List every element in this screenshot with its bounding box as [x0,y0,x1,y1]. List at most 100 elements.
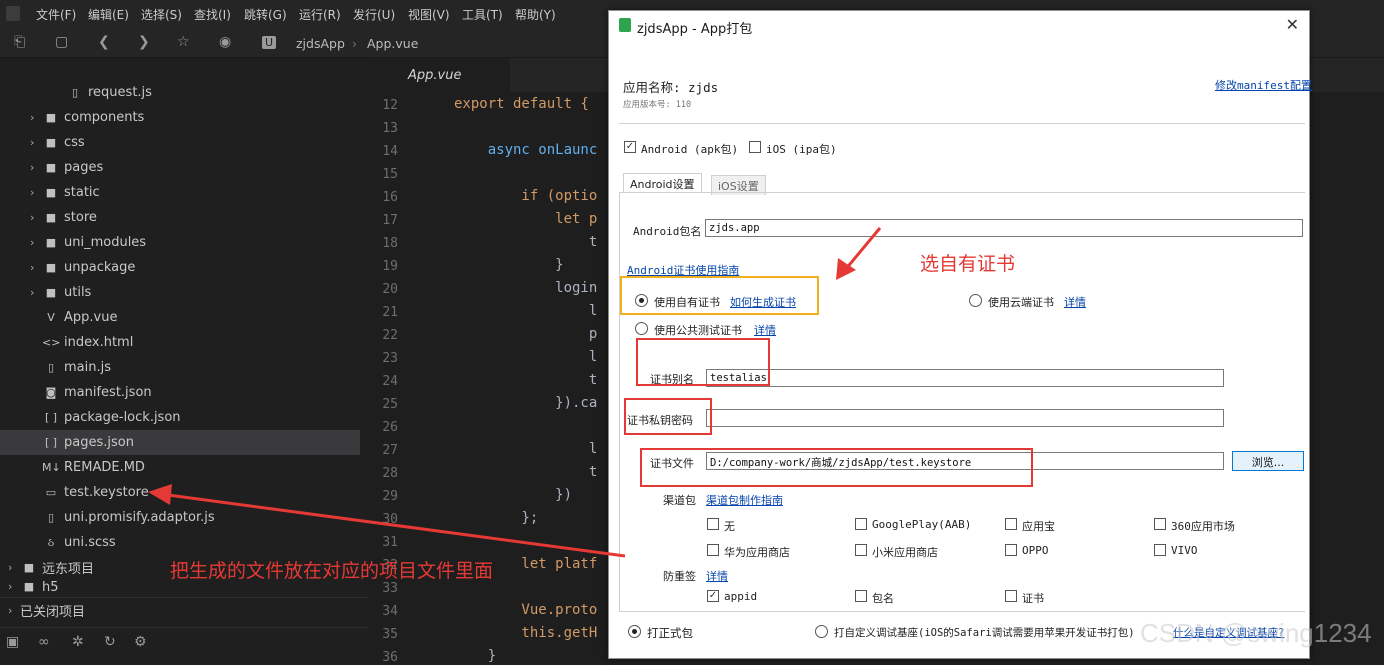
tree-item-pages[interactable]: › ■ pages [0,155,360,180]
tree-item-unpackage[interactable]: › ■ unpackage [0,255,360,280]
line-number: 15 [382,167,398,182]
cert-password-input[interactable] [706,409,1224,427]
tree-item-manifest-json[interactable]: ◙ manifest.json [0,380,360,405]
menu-view[interactable]: 视图(V) [408,6,450,23]
line-number: 34 [382,604,398,619]
code-line: }).ca [454,395,598,411]
browse-button[interactable]: 浏览... [1232,451,1304,471]
menu-select[interactable]: 选择(S) [141,6,182,23]
anti-appid-checkbox[interactable]: ✓ [707,590,719,602]
package-name-input[interactable]: zjds.app [705,219,1303,237]
run-icon[interactable]: ◉ [219,34,231,50]
code-line: this.getH [454,625,598,641]
channel-label-googleplay: GooglePlay(AAB) [872,518,972,531]
uni-icon: U [262,36,277,49]
code-line: l [454,303,598,319]
menu-help[interactable]: 帮助(Y) [515,6,556,23]
menu-publish[interactable]: 发行(U) [353,6,395,23]
public-cert-radio[interactable] [635,322,648,335]
back-icon[interactable]: ❮ [98,34,110,50]
code-line: let p [454,211,598,227]
package-name-label: Android包名 [633,225,702,238]
tree-item-app-vue[interactable]: V App.vue [0,305,360,330]
channel-none-checkbox[interactable] [707,518,719,530]
channel-yingyongbao-checkbox[interactable] [1005,518,1017,530]
android-checkbox[interactable]: ✓ [624,141,636,153]
tree-item-label: App.vue [64,310,118,325]
new-file-icon[interactable]: ⎗ [14,34,25,50]
modify-manifest-link[interactable]: 修改manifest配置 [1215,77,1312,93]
menu-edit[interactable]: 编辑(E) [88,6,129,23]
tree-item-label: index.html [64,335,134,350]
formal-pkg-radio[interactable] [628,625,641,638]
tab-android-settings[interactable]: Android设置 [623,173,702,193]
menu-tools[interactable]: 工具(T) [462,6,503,23]
line-number: 13 [382,121,398,136]
tree-item-package-lock-json[interactable]: [ ] package-lock.json [0,405,360,430]
channel-oppo-checkbox[interactable] [1005,544,1017,556]
custom-base-radio[interactable] [815,625,828,638]
cert-alias-input[interactable]: testalias [706,369,1224,387]
tree-item-remade-md[interactable]: M↓ REMADE.MD [0,455,360,480]
tree-item-closed-projects[interactable]: › 已关闭项目 [0,597,368,622]
forward-icon[interactable]: ❯ [138,34,150,50]
public-cert-detail-link[interactable]: 详情 [754,322,776,338]
cloud-cert-radio[interactable] [969,294,982,307]
channel-huawei-checkbox[interactable] [707,544,719,556]
anti-package-checkbox[interactable] [855,590,867,602]
channel-label: 渠道包 [663,494,696,507]
tree-item-test-keystore[interactable]: ▭ test.keystore [0,480,360,505]
code-line: l [454,441,598,457]
plugin-icon[interactable]: ⚙ [134,634,147,650]
tree-item-index-html[interactable]: <> index.html [0,330,360,355]
ios-label: iOS (ipa包) [766,143,837,156]
star-icon[interactable]: ☆ [177,34,190,50]
save-icon[interactable]: ▢ [55,34,68,50]
tree-item-label: uni.scss [64,535,116,550]
channel-googleplay-checkbox[interactable] [855,518,867,530]
line-number: 26 [382,420,398,435]
file-icon: ▯ [47,511,55,524]
anti-resign-detail-link[interactable]: 详情 [706,568,728,584]
tree-item-utils[interactable]: › ■ utils [0,280,360,305]
cloud-cert-detail-link[interactable]: 详情 [1064,294,1086,310]
tree-item-uni-scss[interactable]: ઠ uni.scss [0,530,360,555]
file-icon: ▭ [45,486,57,499]
tree-item-request-js[interactable]: ▯ request.js [0,80,360,105]
breadcrumb-project[interactable]: zjdsApp [296,36,345,51]
channel-label-xiaomi: 小米应用商店 [872,546,938,559]
anti-cert-checkbox[interactable] [1005,590,1017,602]
menu-goto[interactable]: 跳转(G) [244,6,287,23]
debug-icon[interactable]: ✲ [72,634,84,650]
folder-icon: ■ [45,111,57,124]
chevron-right-icon: › [8,580,13,592]
file-icon: ▯ [47,361,55,374]
tree-item-css[interactable]: › ■ css [0,130,360,155]
menu-find[interactable]: 查找(I) [194,6,231,23]
close-icon[interactable]: ✕ [1286,15,1299,34]
tree-item-store[interactable]: › ■ store [0,205,360,230]
panel-icon[interactable]: ▣ [6,634,19,650]
breadcrumb-file[interactable]: App.vue [367,36,418,51]
refresh-icon[interactable]: ↻ [104,634,116,650]
tree-item-pages-json[interactable]: [ ] pages.json [0,430,360,455]
folder-icon: ■ [45,261,57,274]
tab-app-vue[interactable]: App.vue [368,58,510,92]
menu-file[interactable]: 文件(F) [36,6,76,23]
tree-item-main-js[interactable]: ▯ main.js [0,355,360,380]
tree-item-components[interactable]: › ■ components [0,105,360,130]
channel-360-checkbox[interactable] [1154,518,1166,530]
tree-item-static[interactable]: › ■ static [0,180,360,205]
link-icon[interactable]: ∞ [38,634,50,650]
menu-run[interactable]: 运行(R) [299,6,341,23]
channel-guide-link[interactable]: 渠道包制作指南 [706,492,783,508]
tree-item-uni-modules[interactable]: › ■ uni_modules [0,230,360,255]
channel-vivo-checkbox[interactable] [1154,544,1166,556]
vue-file-icon: V [47,311,55,324]
ios-checkbox[interactable] [749,141,761,153]
line-number: 31 [382,535,398,550]
code-line: }; [454,510,539,526]
tree-item-uni-promisify[interactable]: ▯ uni.promisify.adaptor.js [0,505,360,530]
tree-item-label: 远东项目 [42,562,95,577]
channel-xiaomi-checkbox[interactable] [855,544,867,556]
